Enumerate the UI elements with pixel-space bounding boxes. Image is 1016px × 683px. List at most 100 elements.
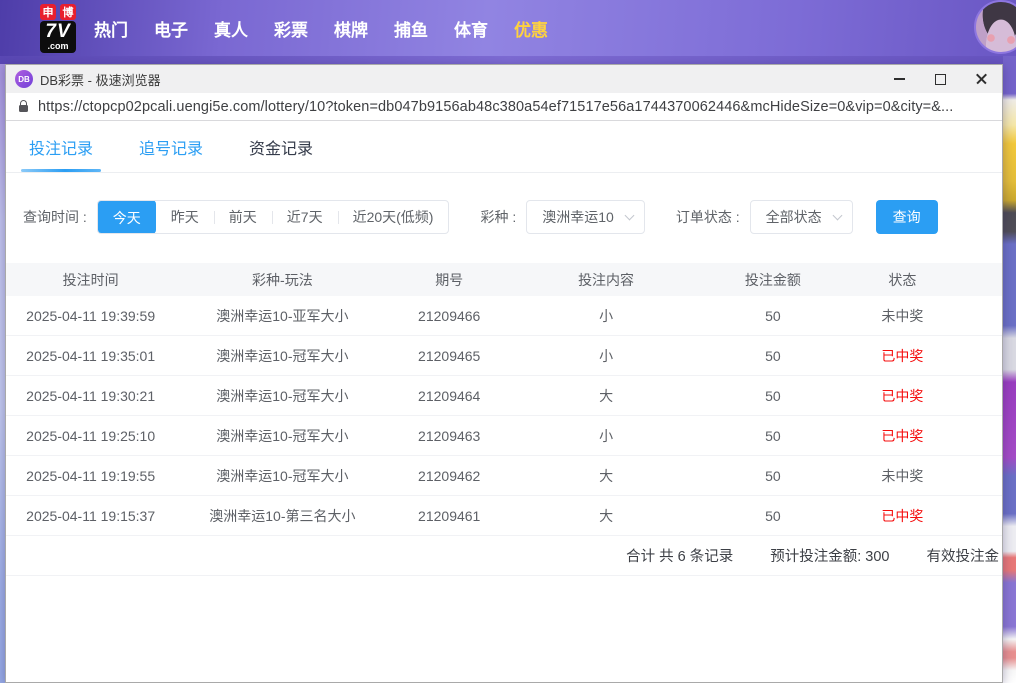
site-logo[interactable]: 申 博 7V .com <box>40 4 76 53</box>
total-records: 合计 共 6 条记录 <box>626 545 733 566</box>
tab-bet-records[interactable]: 投注记录 <box>29 135 93 159</box>
table-summary-row: 合计 共 6 条记录 预计投注金额: 300 有效投注金 <box>6 536 1002 576</box>
order-status-filter-label: 订单状态 : <box>676 207 740 227</box>
game-play: 澳洲幸运10-第三名大小 <box>175 506 389 526</box>
header-game-play: 彩种-玩法 <box>175 270 389 290</box>
status-badge: 已中奖 <box>843 346 963 366</box>
bet-amount: 50 <box>703 468 842 484</box>
header-status: 状态 <box>843 270 963 290</box>
minimize-icon <box>894 78 905 80</box>
issue: 21209462 <box>389 468 509 484</box>
expected-bet-amount: 预计投注金额: 300 <box>770 545 889 566</box>
user-avatar[interactable] <box>974 0 1016 54</box>
close-button[interactable] <box>961 65 1002 93</box>
main-nav: 热门 电子 真人 彩票 棋牌 捕鱼 体育 优惠 <box>94 16 548 41</box>
game-play: 澳洲幸运10-冠军大小 <box>175 386 389 406</box>
window-title: DB彩票 - 极速浏览器 <box>40 70 161 89</box>
game-play: 澳洲幸运10-冠军大小 <box>175 426 389 446</box>
game-play: 澳洲幸运10-冠军大小 <box>175 346 389 366</box>
site-favicon-icon: DB <box>15 70 33 88</box>
bet-content: 大 <box>509 466 703 486</box>
header-bet-amount: 投注金额 <box>703 270 842 290</box>
browser-window: DB DB彩票 - 极速浏览器 https://ctopcp02pcali.ue… <box>5 64 1003 683</box>
lottery-select[interactable]: 澳洲幸运10 <box>526 200 645 234</box>
search-button[interactable]: 查询 <box>876 200 938 234</box>
issue: 21209466 <box>389 308 509 324</box>
time-option-day-before[interactable]: 前天 <box>214 201 272 233</box>
page-background-right-sliver <box>1003 56 1016 683</box>
logo-badge-bo: 博 <box>60 4 76 20</box>
bet-records-table: 投注时间 彩种-玩法 期号 投注内容 投注金额 状态 2025-04-11 19… <box>6 263 1002 576</box>
bet-time: 2025-04-11 19:39:59 <box>6 308 175 324</box>
nav-item-lottery[interactable]: 彩票 <box>274 16 308 41</box>
minimize-button[interactable] <box>879 65 920 93</box>
logo-7v-text: 7V <box>45 22 70 41</box>
issue: 21209465 <box>389 348 509 364</box>
logo-badges: 申 博 <box>40 4 76 20</box>
bet-content: 大 <box>509 506 703 526</box>
table-row: 2025-04-11 19:30:21 澳洲幸运10-冠军大小 21209464… <box>6 376 1002 416</box>
browser-titlebar[interactable]: DB DB彩票 - 极速浏览器 <box>6 65 1002 93</box>
status-badge: 已中奖 <box>843 386 963 406</box>
table-row: 2025-04-11 19:19:55 澳洲幸运10-冠军大小 21209462… <box>6 456 1002 496</box>
issue: 21209464 <box>389 388 509 404</box>
time-option-today[interactable]: 今天 <box>98 200 156 234</box>
bet-time: 2025-04-11 19:35:01 <box>6 348 175 364</box>
tab-chase-records[interactable]: 追号记录 <box>139 135 203 159</box>
bet-content: 大 <box>509 386 703 406</box>
screen: { "site": { "logo": { "badge1": "申", "ba… <box>0 0 1016 683</box>
bet-amount: 50 <box>703 428 842 444</box>
lottery-filter-label: 彩种 : <box>480 207 516 227</box>
valid-bet-amount: 有效投注金 <box>927 545 1000 566</box>
time-filter-label: 查询时间 : <box>23 207 87 227</box>
nav-item-slots[interactable]: 电子 <box>154 16 188 41</box>
bet-time: 2025-04-11 19:25:10 <box>6 428 175 444</box>
time-option-yesterday[interactable]: 昨天 <box>156 201 214 233</box>
time-option-last-20-days[interactable]: 近20天(低频) <box>338 201 449 233</box>
maximize-icon <box>935 74 946 85</box>
status-badge: 已中奖 <box>843 506 963 526</box>
bet-time: 2025-04-11 19:30:21 <box>6 388 175 404</box>
nav-item-sports[interactable]: 体育 <box>454 16 488 41</box>
table-row: 2025-04-11 19:39:59 澳洲幸运10-亚军大小 21209466… <box>6 296 1002 336</box>
active-tab-underline <box>21 169 101 172</box>
nav-item-hot[interactable]: 热门 <box>94 16 128 41</box>
order-status-select-value: 全部状态 <box>766 207 822 227</box>
bet-amount: 50 <box>703 348 842 364</box>
issue: 21209463 <box>389 428 509 444</box>
time-option-last-7-days[interactable]: 近7天 <box>272 201 338 233</box>
table-header-row: 投注时间 彩种-玩法 期号 投注内容 投注金额 状态 <box>6 263 1002 296</box>
logo-badge-shen: 申 <box>40 4 56 20</box>
page-content: 投注记录 追号记录 资金记录 查询时间 : 今天 昨天 前天 近7天 近20天(… <box>6 121 1002 682</box>
bet-content: 小 <box>509 426 703 446</box>
bet-amount: 50 <box>703 308 842 324</box>
status-badge: 未中奖 <box>843 306 963 326</box>
nav-item-promos[interactable]: 优惠 <box>514 16 548 41</box>
logo-7v-block: 7V .com <box>40 21 75 53</box>
lottery-select-value: 澳洲幸运10 <box>542 207 614 227</box>
logo-com-text: .com <box>47 42 68 51</box>
tab-fund-records[interactable]: 资金记录 <box>249 135 313 159</box>
record-tabs: 投注记录 追号记录 资金记录 <box>6 121 1002 173</box>
header-bet-time: 投注时间 <box>6 270 175 290</box>
header-issue: 期号 <box>389 270 509 290</box>
url-text[interactable]: https://ctopcp02pcali.uengi5e.com/lotter… <box>38 99 953 115</box>
close-icon <box>975 73 988 86</box>
status-badge: 未中奖 <box>843 466 963 486</box>
nav-item-live[interactable]: 真人 <box>214 16 248 41</box>
maximize-button[interactable] <box>920 65 961 93</box>
table-row: 2025-04-11 19:35:01 澳洲幸运10-冠军大小 21209465… <box>6 336 1002 376</box>
browser-urlbar[interactable]: https://ctopcp02pcali.uengi5e.com/lotter… <box>6 93 1002 121</box>
bet-content: 小 <box>509 306 703 326</box>
issue: 21209461 <box>389 508 509 524</box>
chevron-down-icon <box>624 210 634 220</box>
bet-content: 小 <box>509 346 703 366</box>
time-filter-group: 今天 昨天 前天 近7天 近20天(低频) <box>97 200 450 234</box>
table-row: 2025-04-11 19:15:37 澳洲幸运10-第三名大小 2120946… <box>6 496 1002 536</box>
chevron-down-icon <box>832 210 842 220</box>
order-status-select[interactable]: 全部状态 <box>750 200 853 234</box>
bet-time: 2025-04-11 19:15:37 <box>6 508 175 524</box>
game-play: 澳洲幸运10-冠军大小 <box>175 466 389 486</box>
nav-item-cards[interactable]: 棋牌 <box>334 16 368 41</box>
nav-item-fishing[interactable]: 捕鱼 <box>394 16 428 41</box>
